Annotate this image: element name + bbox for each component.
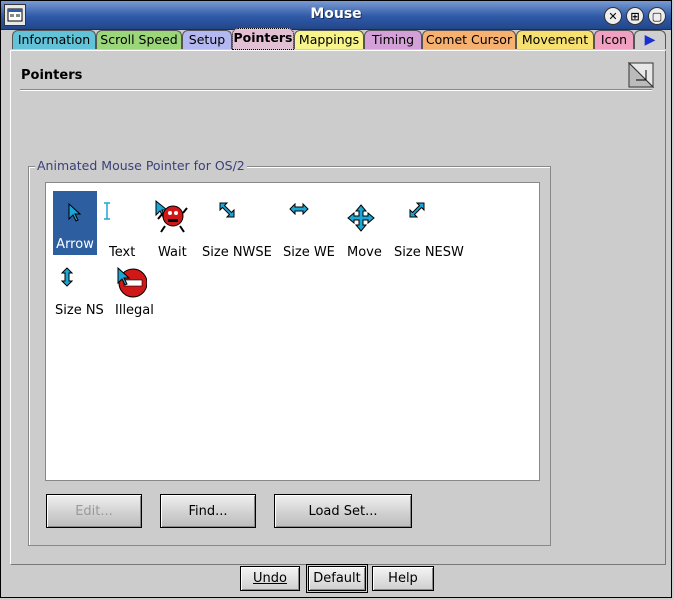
- move-arrows-icon: [346, 203, 376, 233]
- pointer-item-size-nwse[interactable]: Size NWSE: [200, 191, 274, 260]
- pointer-item-size-nesw[interactable]: Size NESW: [392, 191, 468, 260]
- help-button[interactable]: Help: [372, 566, 434, 591]
- pointer-item-size-we[interactable]: Size WE: [280, 191, 340, 260]
- maximize-icon: ▢: [651, 9, 663, 23]
- find-button[interactable]: Find...: [160, 494, 256, 528]
- pointer-item-arrow[interactable]: Arrow: [53, 191, 97, 255]
- pointer-item-size-ns[interactable]: Size NS: [53, 261, 107, 321]
- tab-movement[interactable]: Movement: [516, 30, 594, 49]
- resize-nesw-icon: [408, 201, 426, 219]
- tab-icon[interactable]: Icon: [594, 30, 634, 49]
- tab-timing[interactable]: Timing: [364, 30, 422, 49]
- close-icon: ✕: [608, 9, 618, 23]
- arrow-right-icon: ▶: [644, 32, 656, 48]
- notebook-tabs: Information Scroll Speed Setup Pointers …: [0, 28, 672, 50]
- pointer-item-text[interactable]: Text: [100, 191, 146, 260]
- group-label: Animated Mouse Pointer for OS/2: [35, 158, 247, 173]
- tab-scroll-right-button[interactable]: ▶: [634, 30, 666, 49]
- restore-icon: ⊞: [630, 9, 640, 23]
- close-button[interactable]: ✕: [604, 7, 622, 25]
- tab-pointers[interactable]: Pointers: [232, 28, 294, 50]
- page-title: Pointers: [21, 68, 83, 83]
- tab-mappings[interactable]: Mappings: [294, 30, 364, 49]
- pointer-list[interactable]: Arrow Text Wait Size NWSE Size WE Move S…: [45, 182, 540, 481]
- maximize-button[interactable]: ▢: [648, 7, 666, 25]
- tab-setup[interactable]: Setup: [182, 30, 232, 49]
- illegal-no-entry-icon: [114, 265, 148, 299]
- pointer-item-wait[interactable]: Wait: [150, 191, 198, 260]
- edit-button[interactable]: Edit...: [46, 494, 142, 528]
- resize-ns-icon: [59, 265, 75, 289]
- tab-information[interactable]: Information: [12, 30, 96, 49]
- load-set-button[interactable]: Load Set...: [274, 494, 412, 528]
- restore-button[interactable]: ⊞: [626, 7, 644, 25]
- tab-scroll-speed[interactable]: Scroll Speed: [96, 30, 182, 49]
- text-ibeam-icon: [100, 199, 114, 223]
- undo-button[interactable]: Undo: [240, 566, 300, 591]
- pointer-item-move[interactable]: Move: [344, 191, 386, 260]
- tab-comet-cursor[interactable]: Comet Cursor: [422, 30, 516, 49]
- resize-nwse-icon: [218, 201, 236, 219]
- window-title: Mouse: [310, 6, 362, 22]
- arrow-pointer-icon: [53, 195, 97, 231]
- page-title-divider: [20, 89, 652, 91]
- resize-we-icon: [288, 201, 310, 217]
- default-button[interactable]: Default: [306, 564, 368, 593]
- wait-pointer-icon: [150, 199, 190, 233]
- page-corner-fold-icon[interactable]: [627, 61, 655, 89]
- pointer-item-illegal[interactable]: Illegal: [112, 261, 158, 321]
